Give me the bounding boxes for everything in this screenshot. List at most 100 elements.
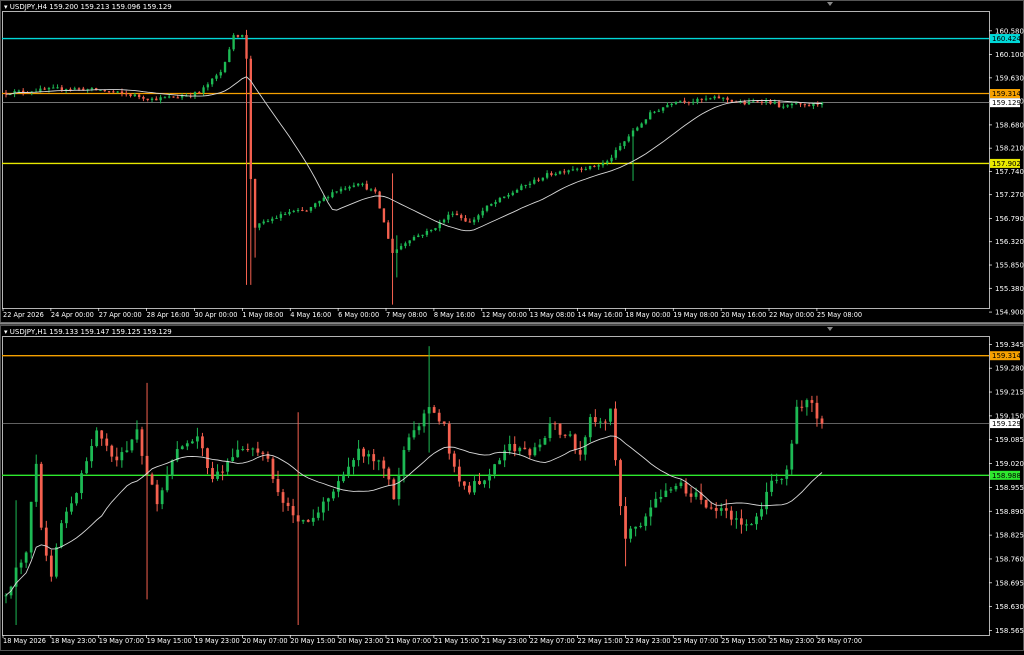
h1-candle: [44, 520, 48, 562]
h4-candle: [490, 203, 493, 207]
h4-candle: [356, 182, 360, 187]
h1-xtick-label: 19 May 23:00: [195, 637, 240, 645]
h1-candle: [427, 346, 431, 453]
h1-candle: [100, 430, 104, 446]
h1-candle: [689, 487, 693, 503]
h1-shift-marker-icon[interactable]: [827, 327, 833, 331]
h4-ytick-label: 156.320: [995, 238, 1024, 246]
h4-candle: [43, 86, 46, 91]
h1-ytick-label: 158.890: [995, 508, 1024, 516]
h1-candle: [326, 497, 330, 511]
h1-candle: [105, 433, 109, 452]
h4-xtick-label: 8 May 16:00: [434, 311, 475, 319]
h4-candle: [782, 103, 785, 110]
h1-candle: [357, 440, 360, 467]
h1-ytick-label: 158.760: [995, 555, 1024, 563]
h1-candle: [321, 497, 325, 521]
h1-candle: [750, 523, 753, 526]
h1-candle: [740, 509, 743, 534]
h1-candle: [34, 454, 38, 507]
h1-candle: [301, 519, 305, 524]
chart-canvas[interactable]: 160.580160.100159.630159.160158.680158.2…: [0, 0, 1024, 651]
h1-xtick-label: 22 May 15:00: [578, 637, 623, 645]
h4-candle: [786, 104, 789, 108]
h1-candle: [24, 551, 28, 568]
h1-candle: [216, 464, 219, 481]
h1-candle: [185, 440, 189, 451]
h4-candle: [335, 191, 338, 194]
h1-candle: [588, 413, 592, 443]
h4-candle: [283, 212, 287, 216]
h1-candle: [206, 447, 209, 475]
h4-xtick-label: 13 May 08:00: [530, 311, 575, 319]
h4-level-tag: 160.424: [990, 34, 1021, 44]
h4-candle: [571, 166, 575, 172]
h1-candle: [85, 457, 88, 475]
h4-candle: [21, 88, 25, 96]
h1-candle: [553, 421, 557, 431]
h4-chart-header: ▾ USDJPY,H4 159.200 159.213 159.096 159.…: [4, 2, 172, 12]
h4-candle: [262, 219, 265, 225]
h4-xtick-label: 20 May 16:00: [721, 311, 766, 319]
h1-candle: [120, 447, 124, 468]
h4-candle: [670, 102, 673, 108]
h1-candle: [241, 446, 245, 452]
h4-candle: [382, 208, 386, 223]
h1-candle: [462, 481, 466, 490]
h1-bid-price-tag: 159.129: [990, 419, 1021, 429]
h1-ytick-label: 158.955: [995, 484, 1024, 492]
h1-candle: [367, 450, 371, 465]
h4-candle: [223, 61, 227, 74]
h4-level-tag: 159.314: [990, 89, 1021, 99]
h1-candle: [316, 506, 320, 521]
h4-candle: [326, 195, 330, 201]
h1-candle: [770, 473, 774, 497]
h4-candle: [709, 97, 712, 100]
h4-candle: [249, 55, 252, 285]
h1-candle: [563, 434, 567, 439]
h4-candle: [451, 211, 454, 218]
h1-candle: [266, 451, 270, 463]
h4-pane-border: [0, 0, 1024, 323]
h1-ytick-label: 158.825: [995, 532, 1024, 540]
h1-candle: [276, 470, 280, 497]
collapse-triangle-icon[interactable]: ▾: [4, 3, 8, 11]
h1-candle: [392, 477, 396, 500]
h1-candle: [432, 405, 436, 414]
h4-xtick-label: 7 May 08:00: [386, 311, 427, 319]
h4-candle: [601, 160, 605, 168]
h1-candle: [483, 479, 486, 488]
h4-candle: [391, 173, 394, 305]
h4-ytick-label: 155.850: [995, 262, 1024, 270]
h1-candle: [201, 432, 204, 457]
h4-candle: [691, 98, 695, 106]
h4-candle: [387, 220, 390, 239]
h4-candle: [649, 110, 652, 120]
h4-candle: [807, 103, 811, 107]
h1-xtick-label: 20 May 23:00: [338, 637, 383, 645]
h1-xtick-label: 25 May 15:00: [721, 637, 766, 645]
h4-candle: [210, 78, 214, 87]
h1-candle: [231, 448, 235, 463]
h1-candle: [457, 459, 461, 487]
h1-candle: [29, 501, 33, 559]
h1-candle: [246, 443, 250, 452]
h1-candle: [14, 500, 18, 625]
h4-header-text: USDJPY,H4 159.200 159.213 159.096 159.12…: [9, 3, 172, 11]
h1-candle: [473, 474, 476, 495]
h4-candle: [464, 215, 467, 222]
h1-xtick-label: 25 May 23:00: [769, 637, 814, 645]
h4-candle: [155, 96, 158, 101]
h1-candle: [180, 445, 184, 450]
h1-candle: [337, 476, 340, 498]
h4-shift-marker-icon[interactable]: [827, 2, 833, 6]
h1-candle: [95, 427, 99, 448]
h4-candle: [288, 208, 291, 216]
h4-candle: [417, 233, 420, 238]
h1-candle: [533, 442, 537, 457]
h1-candle: [145, 382, 149, 600]
h4-xtick-label: 30 Apr 00:00: [195, 311, 238, 319]
h4-ytick-label: 154.900: [995, 309, 1024, 317]
h1-candle: [332, 488, 335, 501]
collapse-triangle-icon[interactable]: ▾: [4, 328, 8, 336]
